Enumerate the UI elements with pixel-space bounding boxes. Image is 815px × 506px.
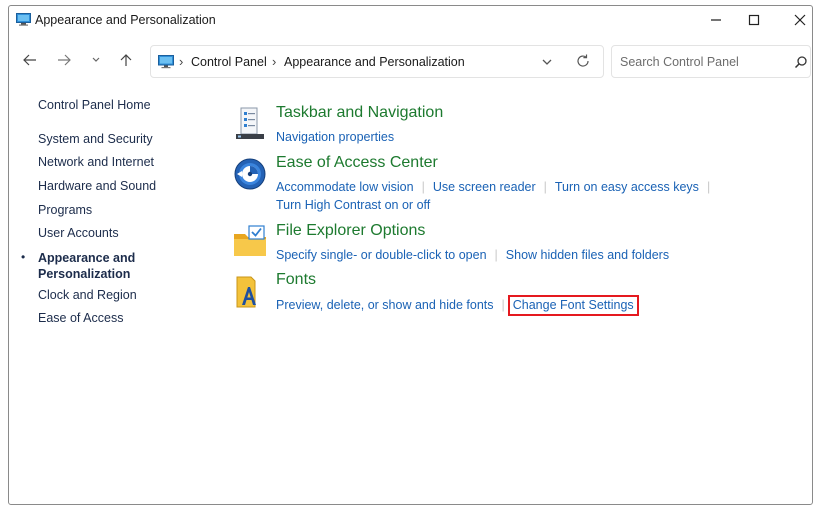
back-arrow-icon <box>23 54 36 66</box>
taskbar-and-navigation-link[interactable]: Taskbar and Navigation <box>276 104 443 122</box>
link-separator: | <box>543 180 547 194</box>
maximize-button[interactable] <box>731 6 777 34</box>
address-bar[interactable]: › Control Panel › Appearance and Persona… <box>150 45 604 78</box>
sidebar-active-line2: Personalization <box>38 267 131 281</box>
chevron-down-icon[interactable] <box>540 55 554 69</box>
maximize-icon <box>748 14 760 26</box>
sidebar-item-system-and-security[interactable]: System and Security <box>38 132 153 146</box>
sidebar-active-line1: Appearance and <box>38 251 136 265</box>
sidebar-item-network-and-internet[interactable]: Network and Internet <box>38 155 154 169</box>
file-explorer-links: Specify single- or double-click to open |… <box>276 248 669 262</box>
link-separator: | <box>494 248 498 262</box>
file-explorer-options-link[interactable]: File Explorer Options <box>276 222 425 240</box>
accommodate-low-vision-link[interactable]: Accommodate low vision <box>276 180 414 194</box>
sidebar-item-user-accounts[interactable]: User Accounts <box>38 226 119 240</box>
ease-of-access-center-link[interactable]: Ease of Access Center <box>276 154 438 172</box>
up-arrow-icon <box>120 54 132 66</box>
chevron-right-icon: › <box>272 54 277 69</box>
fonts-link[interactable]: Fonts <box>276 271 316 289</box>
taskbar-links: Navigation properties <box>276 130 394 144</box>
sidebar-item-ease-of-access[interactable]: Ease of Access <box>38 311 123 325</box>
sidebar-item-appearance-and-personalization[interactable]: Appearance and Personalization <box>38 250 135 282</box>
breadcrumb-control-panel[interactable]: Control Panel <box>191 55 267 69</box>
sidebar-item-clock-and-region[interactable]: Clock and Region <box>38 288 137 302</box>
up-button[interactable] <box>114 48 138 72</box>
fonts-links: Preview, delete, or show and hide fonts |… <box>276 295 639 316</box>
active-item-bullet: • <box>21 250 26 264</box>
window-title: Appearance and Personalization <box>35 13 216 27</box>
control-panel-window: Appearance and Personalization › Control… <box>8 5 813 505</box>
minimize-icon <box>711 19 721 21</box>
ease-of-access-icon <box>234 158 266 190</box>
recent-locations-button[interactable] <box>84 48 108 72</box>
search-input[interactable]: Search Control Panel <box>611 45 811 78</box>
search-icon[interactable] <box>794 55 808 69</box>
close-icon <box>794 14 806 26</box>
ease-of-access-links-row2: Turn High Contrast on or off <box>276 198 430 212</box>
refresh-icon[interactable] <box>575 53 591 69</box>
navigation-bar: › Control Panel › Appearance and Persona… <box>9 42 812 82</box>
navigation-properties-link[interactable]: Navigation properties <box>276 130 394 144</box>
preview-delete-show-hide-fonts-link[interactable]: Preview, delete, or show and hide fonts <box>276 298 494 312</box>
title-bar: Appearance and Personalization <box>9 6 812 34</box>
forward-button[interactable] <box>52 48 76 72</box>
sidebar-item-control-panel-home[interactable]: Control Panel Home <box>38 98 151 112</box>
breadcrumb-appearance[interactable]: Appearance and Personalization <box>284 55 465 69</box>
forward-arrow-icon <box>58 54 71 66</box>
link-separator: | <box>501 298 505 312</box>
monitor-icon <box>16 13 31 26</box>
link-separator: | <box>421 180 425 194</box>
link-separator: | <box>706 180 711 194</box>
turn-high-contrast-link[interactable]: Turn High Contrast on or off <box>276 198 430 212</box>
change-font-settings-link[interactable]: Change Font Settings <box>507 295 639 316</box>
turn-on-easy-access-keys-link[interactable]: Turn on easy access keys <box>555 180 699 194</box>
close-button[interactable] <box>777 6 812 34</box>
sidebar-item-programs[interactable]: Programs <box>38 203 92 217</box>
show-hidden-files-link[interactable]: Show hidden files and folders <box>506 248 669 262</box>
chevron-right-icon: › <box>179 54 184 69</box>
chevron-down-icon <box>92 57 100 62</box>
sidebar-item-hardware-and-sound[interactable]: Hardware and Sound <box>38 179 156 193</box>
specify-single-or-double-click-link[interactable]: Specify single- or double-click to open <box>276 248 487 262</box>
ease-of-access-links: Accommodate low vision | Use screen reader… <box>276 180 718 194</box>
use-screen-reader-link[interactable]: Use screen reader <box>433 180 536 194</box>
taskbar-icon <box>236 107 264 139</box>
monitor-icon <box>158 55 174 69</box>
back-button[interactable] <box>18 48 42 72</box>
folder-icon <box>234 225 266 256</box>
fonts-icon <box>236 276 256 308</box>
search-placeholder: Search Control Panel <box>620 55 739 69</box>
